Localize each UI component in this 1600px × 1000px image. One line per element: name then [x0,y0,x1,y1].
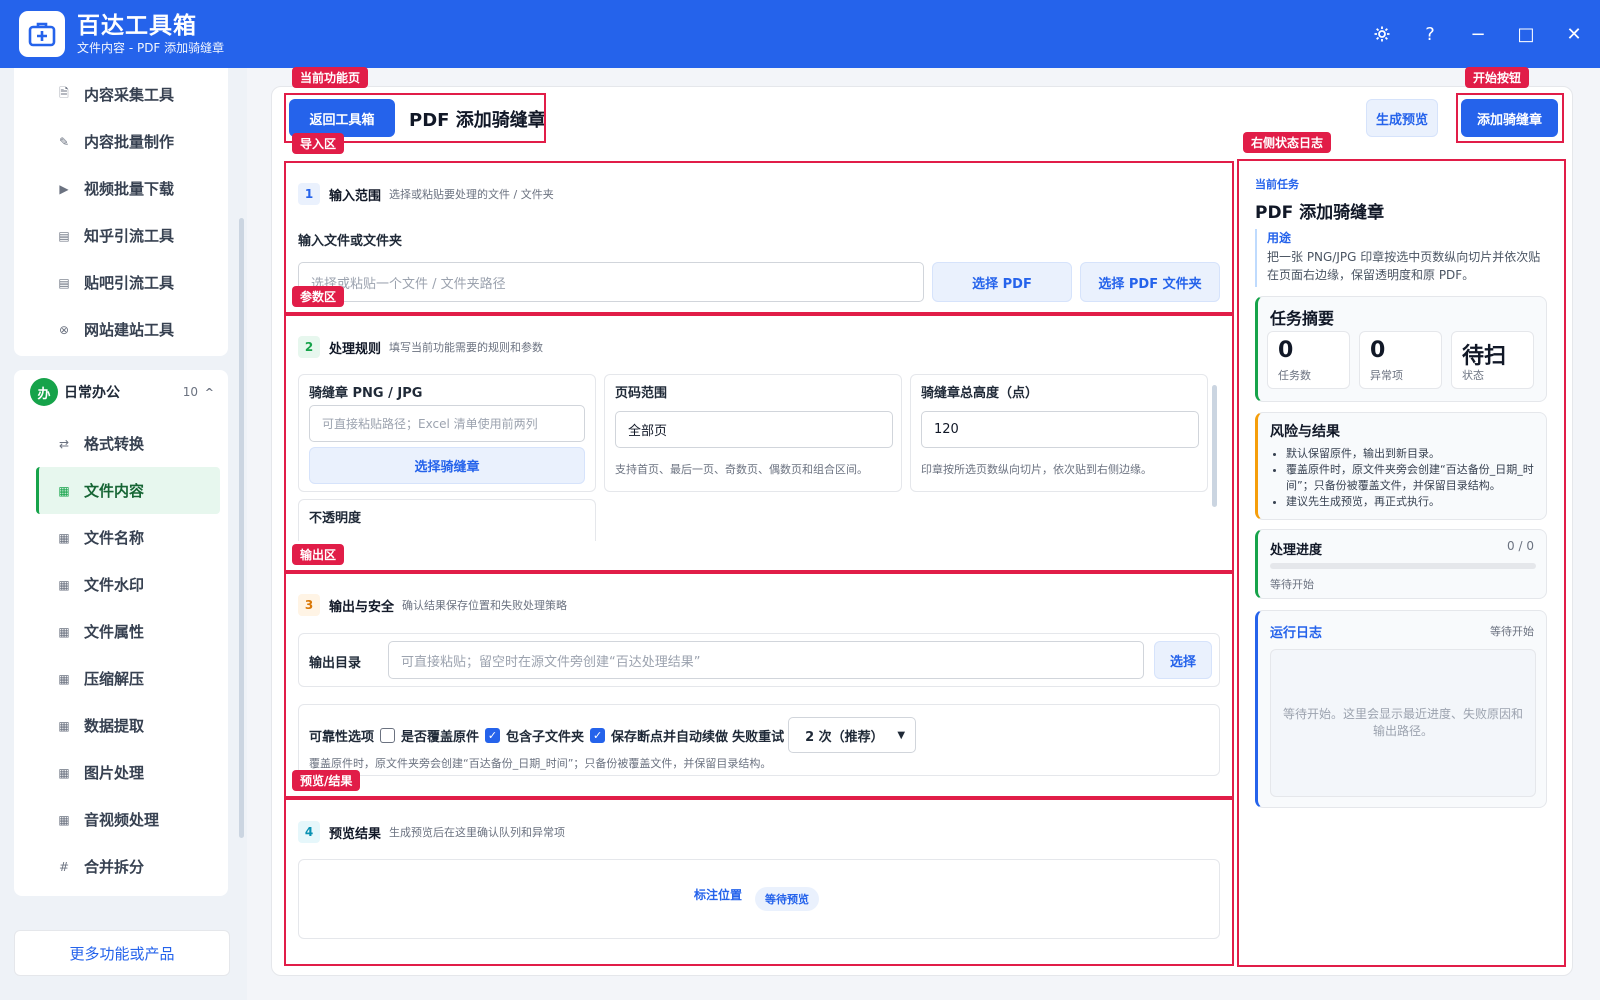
annotation-output-box [284,572,1234,798]
help-button[interactable]: ? [1416,17,1444,51]
caret-up-icon[interactable]: ^ [205,386,214,399]
sidebar-group-tools: 🗎 内容采集工具 ✎ 内容批量制作 ▶ 视频批量下载 ▤ 知乎引流工具 ▤ 贴吧引流工具 ⊗ 网站建站… [14,68,228,356]
sidebar-item[interactable]: ▤ 知乎引流工具 [14,212,228,259]
sidebar-item-label: 图片处理 [84,764,145,782]
more-products-button[interactable]: 更多功能或产品 [14,930,230,976]
menu-icon: ▦ [58,812,70,827]
menu-icon: ▤ [58,228,70,243]
group-badge: 办 [30,378,58,406]
sidebar-item-label: 压缩解压 [84,670,145,688]
sidebar-item[interactable]: # 合并拆分 [14,843,228,890]
sidebar-item-label: 格式转换 [84,435,145,453]
sidebar-item-label: 内容批量制作 [84,133,175,151]
sidebar-item[interactable]: ▦ 文件内容 [36,467,220,514]
sidebar-item-label: 网站建站工具 [84,321,175,339]
sidebar-item[interactable]: ▦ 压缩解压 [14,655,228,702]
annotation-preview-area: 预览/结果 [292,770,361,791]
annotation-output-area: 输出区 [292,544,345,565]
menu-icon: ▦ [58,577,70,592]
minimize-button[interactable]: − [1464,17,1492,51]
sidebar-item-label: 视频批量下载 [84,180,175,198]
group-header-daily-office[interactable]: 办 日常办公 10 ^ [14,370,228,414]
annotation-right-log: 右侧状态日志 [1243,132,1332,153]
gear-icon[interactable] [1368,17,1396,51]
menu-icon: ▦ [58,718,70,733]
annotation-param-box [284,314,1234,572]
sidebar: 🗎 内容采集工具 ✎ 内容批量制作 ▶ 视频批量下载 ▤ 知乎引流工具 ▤ 贴吧引流工具 ⊗ 网站建站… [0,68,247,1000]
sidebar-item[interactable]: ▦ 文件属性 [14,608,228,655]
sidebar-item-label: 文件内容 [84,482,145,500]
sidebar-item-label: 贴吧引流工具 [84,274,175,292]
sidebar-item-label: 知乎引流工具 [84,227,175,245]
sidebar-item-label: 文件名称 [84,529,145,547]
sidebar-scrollbar[interactable] [239,218,244,838]
menu-icon: # [58,859,70,874]
menu-icon: ▦ [58,671,70,686]
app-subtitle: 文件内容 - PDF 添加骑缝章 [77,41,225,55]
menu-icon: ▶ [59,181,69,196]
menu-icon: ▦ [58,624,70,639]
annotation-param-area: 参数区 [292,286,345,307]
sidebar-item-label: 内容采集工具 [84,86,175,104]
group-count: 10 [182,385,198,399]
sidebar-item[interactable]: ▦ 数据提取 [14,702,228,749]
group-title: 日常办公 [64,385,120,401]
sidebar-item-label: 合并拆分 [84,858,145,876]
annotation-right-log-box [1237,159,1566,967]
annotation-import-box [284,161,1234,314]
menu-icon: ▦ [58,483,70,498]
sidebar-item-label: 文件属性 [84,623,145,641]
menu-icon: ⊗ [58,322,70,337]
maximize-button[interactable]: □ [1512,17,1540,51]
sidebar-item-label: 文件水印 [84,576,145,594]
sidebar-item[interactable]: ▦ 音视频处理 [14,796,228,843]
menu-icon: ▦ [58,530,70,545]
annotation-import-area: 导入区 [292,133,345,154]
title-bar: 百达工具箱 文件内容 - PDF 添加骑缝章 ? − □ ✕ [0,0,1600,68]
menu-icon: ▤ [58,275,70,290]
close-button[interactable]: ✕ [1560,17,1588,51]
sidebar-item-label: 数据提取 [84,717,145,735]
sidebar-item[interactable]: ⇄ 格式转换 [14,420,228,467]
annotation-preview-box [284,798,1234,966]
sidebar-item[interactable]: ✎ 内容批量制作 [14,118,228,165]
sidebar-item[interactable]: ▦ 文件水印 [14,561,228,608]
sidebar-item[interactable]: ▦ 图片处理 [14,749,228,796]
annotation-start-button: 开始按钮 [1465,67,1530,88]
menu-icon: ▦ [58,765,70,780]
annotation-current-page: 当前功能页 [292,67,369,88]
toolbox-icon [19,11,65,57]
app-name: 百达工具箱 [77,13,197,39]
sidebar-item[interactable]: ▶ 视频批量下载 [14,165,228,212]
sidebar-item[interactable]: ▦ 文件名称 [14,514,228,561]
sidebar-item-label: 音视频处理 [84,811,160,829]
sidebar-group-office: 办 日常办公 10 ^ ⇄ 格式转换 ▦ 文件内容 ▦ 文件名称 ▦ 文件水印 ▦ 文件属性 ▦ 压缩… [14,370,228,896]
generate-preview-button[interactable]: 生成预览 [1366,99,1438,137]
menu-icon: 🗎 [59,86,69,100]
sidebar-item[interactable]: ⊗ 网站建站工具 [14,306,228,353]
menu-icon: ⇄ [58,436,70,451]
menu-icon: ✎ [58,134,70,149]
annotation-start-box [1456,93,1564,143]
sidebar-item[interactable]: 🗎 内容采集工具 [14,71,228,118]
sidebar-item[interactable]: ▤ 贴吧引流工具 [14,259,228,306]
